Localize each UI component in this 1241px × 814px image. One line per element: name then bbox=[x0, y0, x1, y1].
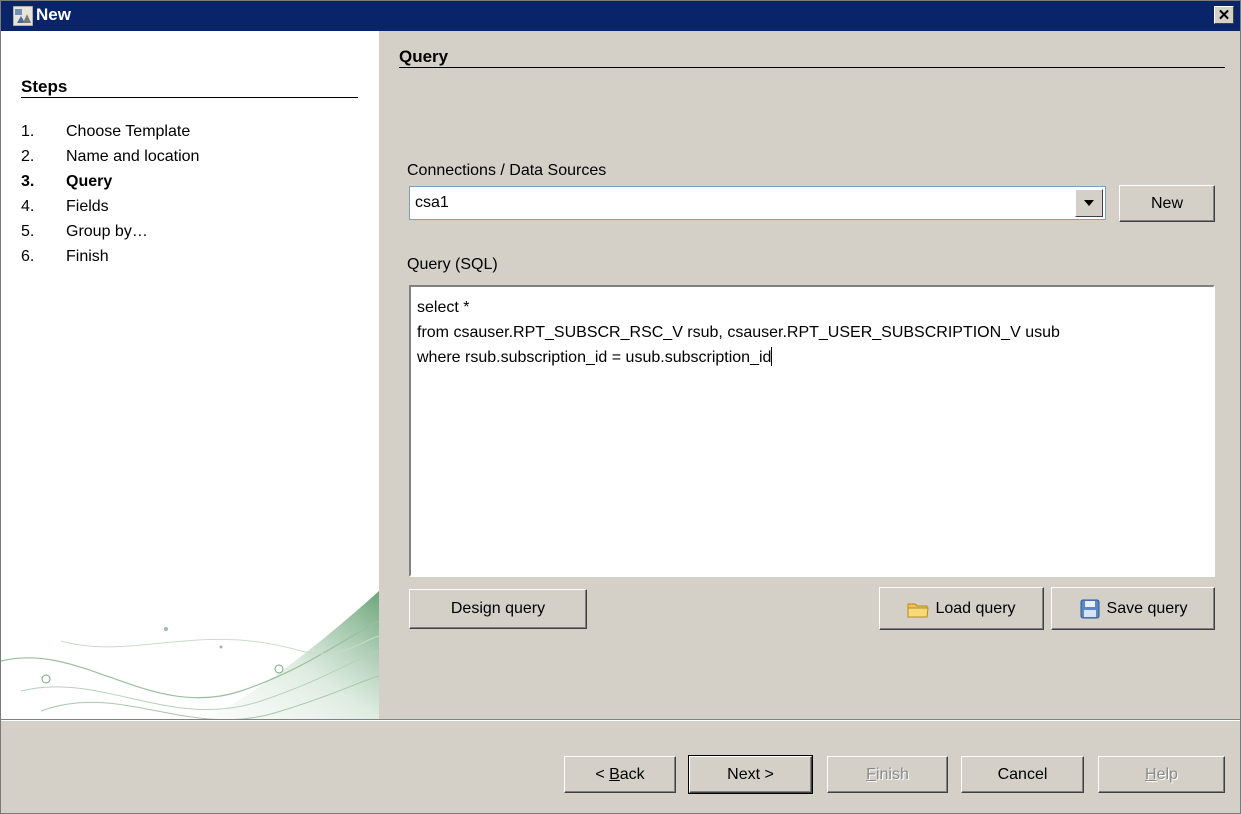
step-item: 4. Fields bbox=[21, 194, 199, 219]
steps-divider bbox=[21, 97, 358, 98]
next-label: Next > bbox=[727, 765, 774, 783]
decorative-wave-graphic bbox=[1, 591, 379, 719]
query-sql-editor[interactable]: select * from csauser.RPT_SUBSCR_RSC_V r… bbox=[409, 285, 1215, 577]
close-button[interactable]: ✕ bbox=[1214, 6, 1234, 24]
save-query-label: Save query bbox=[1106, 599, 1188, 617]
steps-list: 1. Choose Template 2. Name and location 3. Qu… bbox=[21, 119, 199, 269]
step-item: 6. Finish bbox=[21, 244, 199, 269]
new-dialog-window: New ✕ Steps 1. Choose Template 2. Name and … bbox=[0, 0, 1241, 814]
step-number: 4. bbox=[21, 198, 35, 215]
save-disk-icon bbox=[1080, 599, 1100, 618]
query-sql-label: Query (SQL) bbox=[407, 256, 498, 273]
save-query-button[interactable]: Save query bbox=[1051, 587, 1215, 630]
step-label: Fields bbox=[66, 198, 109, 215]
steps-title: Steps bbox=[21, 77, 68, 96]
step-number: 1. bbox=[21, 123, 35, 140]
folder-icon bbox=[907, 603, 930, 617]
step-number: 6. bbox=[21, 248, 35, 265]
step-label: Query bbox=[66, 173, 113, 190]
text-caret bbox=[771, 347, 773, 366]
dropdown-arrow-button[interactable] bbox=[1075, 189, 1103, 217]
connections-label: Connections / Data Sources bbox=[407, 162, 607, 179]
title-bar[interactable]: New ✕ bbox=[1, 1, 1240, 31]
window-title: New bbox=[36, 5, 71, 24]
next-button[interactable]: Next > bbox=[688, 755, 813, 794]
step-item: 1. Choose Template bbox=[21, 119, 199, 144]
load-query-button[interactable]: Load query bbox=[879, 587, 1044, 630]
connections-dropdown[interactable]: csa1 bbox=[409, 186, 1106, 220]
finish-label: Finish bbox=[866, 765, 909, 783]
title-divider bbox=[399, 67, 1225, 68]
step-number: 2. bbox=[21, 148, 35, 165]
page-title: Query bbox=[399, 47, 449, 66]
step-label: Choose Template bbox=[66, 123, 191, 140]
new-connection-label: New bbox=[1150, 194, 1183, 212]
cancel-button[interactable]: Cancel bbox=[961, 756, 1084, 793]
new-connection-button[interactable]: New bbox=[1119, 185, 1215, 222]
step-label: Name and location bbox=[66, 148, 200, 165]
finish-button[interactable]: Finish bbox=[827, 756, 948, 793]
step-number: 5. bbox=[21, 223, 35, 240]
app-icon bbox=[13, 6, 33, 26]
step-item: 5. Group by… bbox=[21, 219, 199, 244]
step-number: 3. bbox=[21, 173, 35, 190]
step-item: 2. Name and location bbox=[21, 144, 199, 169]
connections-selected-value: csa1 bbox=[415, 194, 449, 211]
design-query-button[interactable]: Design query bbox=[409, 589, 587, 629]
back-label: < Back bbox=[595, 765, 645, 783]
close-icon: ✕ bbox=[1217, 6, 1231, 24]
footer-divider-highlight bbox=[1, 720, 1240, 721]
step-label: Group by… bbox=[66, 223, 148, 240]
steps-sidebar: Steps 1. Choose Template 2. Name and locati… bbox=[1, 31, 379, 719]
design-query-label: Design query bbox=[450, 600, 546, 617]
help-label: Help bbox=[1145, 765, 1178, 783]
help-button[interactable]: Help bbox=[1098, 756, 1225, 793]
query-sql-text: select * from csauser.RPT_SUBSCR_RSC_V r… bbox=[417, 299, 1060, 366]
load-query-label: Load query bbox=[935, 599, 1016, 617]
step-label: Finish bbox=[66, 248, 109, 265]
cancel-label: Cancel bbox=[997, 765, 1048, 783]
step-item: 3. Query bbox=[21, 169, 199, 194]
chevron-down-icon bbox=[1084, 200, 1094, 206]
back-button[interactable]: < Back bbox=[564, 756, 676, 793]
